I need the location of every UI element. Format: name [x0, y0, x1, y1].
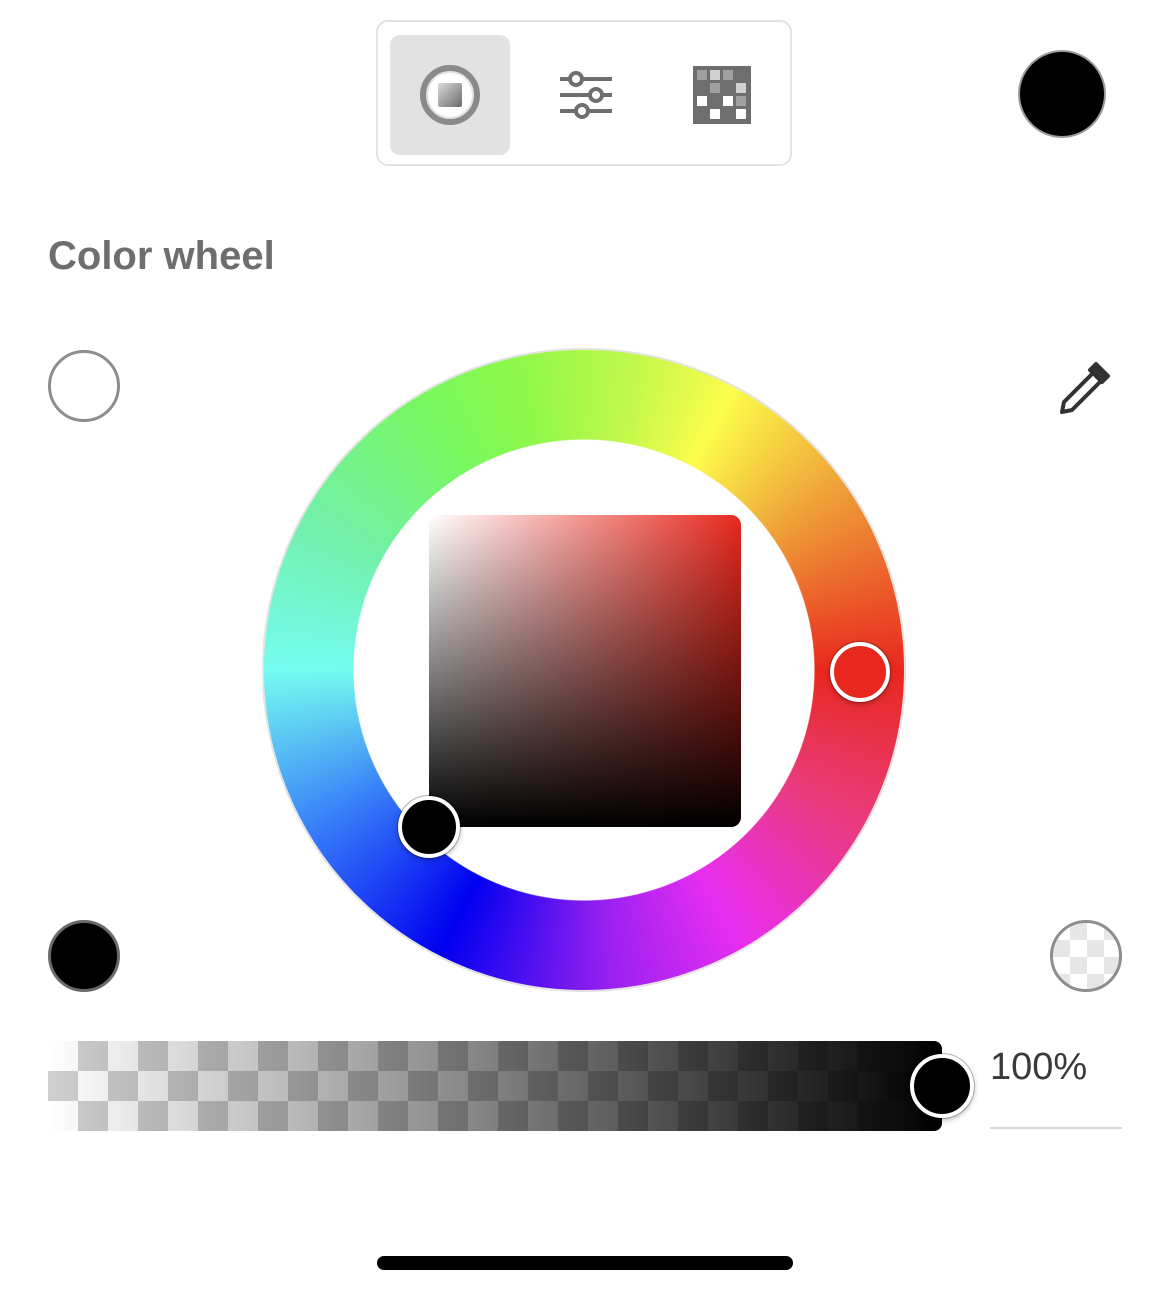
black-swatch[interactable] [48, 920, 120, 992]
eyedropper-icon[interactable] [1052, 356, 1116, 420]
swatch-grid-icon [693, 66, 751, 124]
hue-handle[interactable] [830, 642, 890, 702]
tab-color-wheel[interactable] [390, 35, 510, 155]
tab-sliders[interactable] [526, 35, 646, 155]
transparent-swatch[interactable] [1050, 920, 1122, 992]
sliders-icon [560, 71, 612, 119]
color-wheel-icon [420, 65, 480, 125]
picker-mode-tabs [376, 20, 792, 166]
saturation-value-handle[interactable] [398, 796, 460, 858]
tab-swatches[interactable] [662, 35, 782, 155]
opacity-value-underline [990, 1127, 1122, 1129]
white-swatch[interactable] [48, 350, 120, 422]
opacity-slider-handle[interactable] [910, 1054, 974, 1118]
home-indicator [377, 1256, 793, 1270]
saturation-value-square[interactable] [429, 515, 741, 827]
current-color-swatch[interactable] [1018, 50, 1106, 138]
opacity-slider-track[interactable] [48, 1041, 942, 1131]
section-title: Color wheel [48, 234, 275, 278]
color-wheel[interactable] [262, 348, 906, 992]
opacity-value[interactable]: 100% [990, 1046, 1087, 1089]
